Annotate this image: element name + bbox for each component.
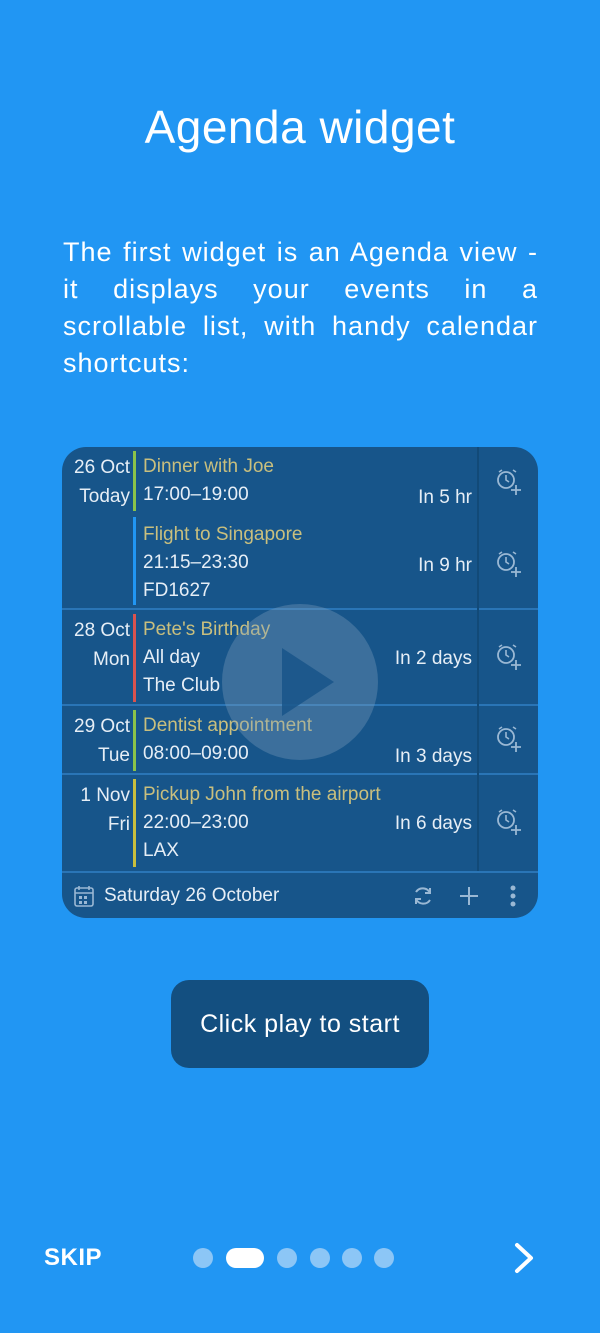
page-description: The first widget is an Agenda view - it … bbox=[63, 237, 538, 378]
play-icon bbox=[282, 648, 334, 716]
add-event-icon[interactable] bbox=[458, 885, 480, 907]
page-dot[interactable] bbox=[374, 1248, 394, 1268]
page-title: Agenda widget bbox=[144, 101, 456, 153]
event-extra: FD1627 bbox=[143, 580, 211, 601]
event-title: Dinner with Joe bbox=[143, 456, 274, 477]
more-options-icon[interactable] bbox=[508, 885, 518, 907]
event-color-bar bbox=[133, 710, 136, 771]
event-relative-time: In 2 days bbox=[394, 648, 472, 669]
add-reminder-icon[interactable] bbox=[494, 467, 524, 497]
agenda-row[interactable]: Flight to Singapore 21:15–23:30 FD1627 I… bbox=[62, 515, 538, 610]
event-relative-time: In 9 hr bbox=[418, 555, 472, 576]
date-label: 26 Oct Today bbox=[74, 457, 130, 507]
event-color-bar bbox=[133, 451, 136, 511]
page-dot[interactable] bbox=[310, 1248, 330, 1268]
page-indicator bbox=[193, 1248, 403, 1270]
date-label: 28 Oct Mon bbox=[74, 620, 130, 670]
page-dot-active[interactable] bbox=[226, 1248, 264, 1268]
event-color-bar bbox=[133, 614, 136, 702]
event-color-bar bbox=[133, 779, 136, 867]
click-play-to-start-button[interactable]: Click play to start bbox=[171, 980, 429, 1068]
event-title: Flight to Singapore bbox=[143, 524, 303, 545]
date-label: 29 Oct Tue bbox=[74, 716, 130, 766]
next-chevron-icon[interactable] bbox=[508, 1240, 542, 1276]
event-color-bar bbox=[133, 517, 136, 605]
skip-button[interactable]: SKIP bbox=[44, 1244, 102, 1272]
agenda-widget-preview[interactable]: 26 Oct Today Dinner with Joe 17:00–19:00… bbox=[62, 447, 538, 918]
widget-footer: Saturday 26 October bbox=[62, 871, 538, 918]
agenda-row[interactable]: 26 Oct Today Dinner with Joe 17:00–19:00… bbox=[62, 447, 538, 515]
add-reminder-icon[interactable] bbox=[494, 807, 524, 837]
add-reminder-icon[interactable] bbox=[494, 642, 524, 672]
event-relative-time: In 6 days bbox=[394, 813, 472, 834]
refresh-icon[interactable] bbox=[412, 885, 434, 907]
event-relative-time: In 5 hr bbox=[418, 487, 472, 508]
event-title: Pickup John from the airport bbox=[143, 784, 381, 805]
calendar-icon[interactable] bbox=[74, 885, 94, 907]
page-dot[interactable] bbox=[277, 1248, 297, 1268]
column-divider bbox=[477, 447, 479, 871]
footer-date[interactable]: Saturday 26 October bbox=[104, 885, 279, 907]
add-reminder-icon[interactable] bbox=[494, 549, 524, 579]
page-dot[interactable] bbox=[193, 1248, 213, 1268]
play-button[interactable] bbox=[222, 604, 378, 760]
event-relative-time: In 3 days bbox=[394, 746, 472, 767]
event-extra: LAX bbox=[143, 840, 179, 861]
agenda-row[interactable]: 1 Nov Fri Pickup John from the airport 2… bbox=[62, 775, 538, 871]
page-dot[interactable] bbox=[342, 1248, 362, 1268]
date-label: 1 Nov Fri bbox=[80, 785, 130, 835]
add-reminder-icon[interactable] bbox=[494, 724, 524, 754]
